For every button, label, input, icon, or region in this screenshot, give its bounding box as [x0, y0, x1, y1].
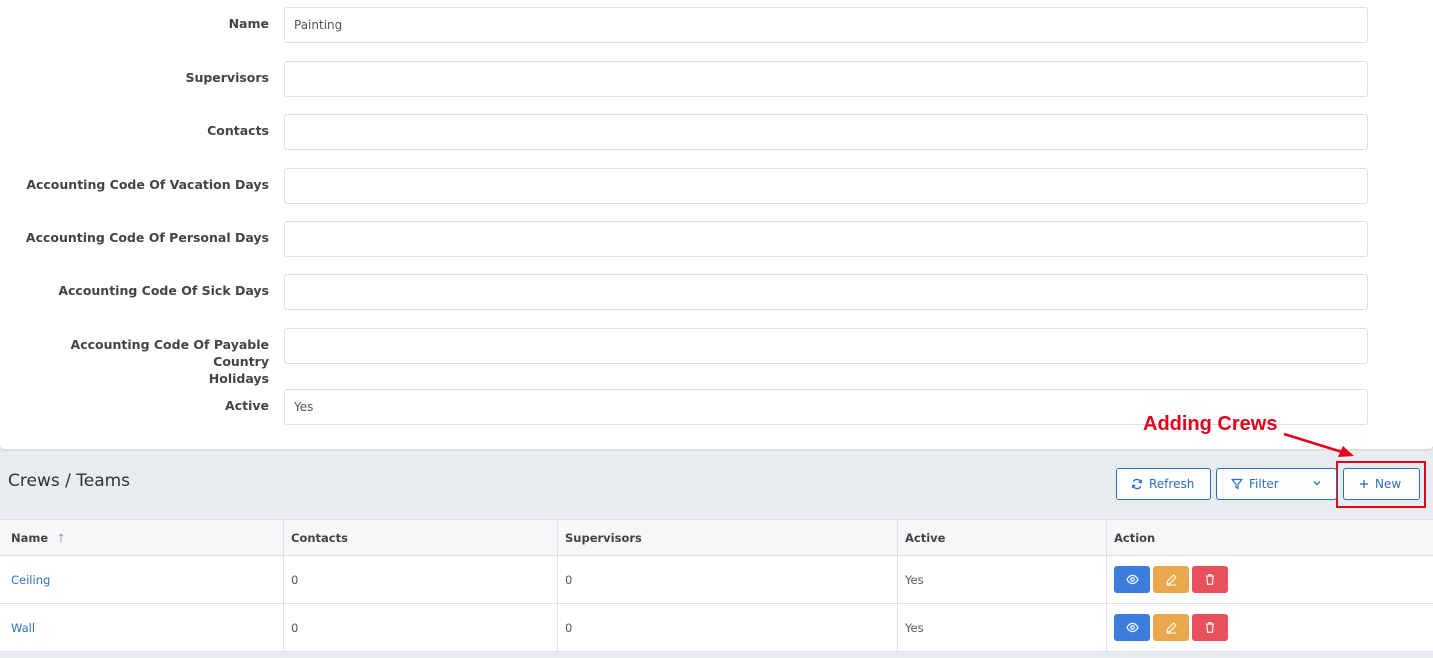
plus-icon	[1360, 480, 1368, 488]
action-cell	[1107, 604, 1433, 651]
refresh-label: Refresh	[1149, 477, 1195, 491]
table-header: Name ↑ Contacts Supervisors Active Actio…	[0, 519, 1433, 556]
sort-ascending-icon[interactable]: ↑	[56, 531, 66, 545]
new-label: New	[1375, 477, 1402, 491]
contacts-cell: 0	[284, 604, 558, 651]
holidays-code-label-line2: Holidays	[208, 371, 269, 386]
supervisors-field[interactable]	[284, 61, 1368, 97]
crew-name-link[interactable]: Wall	[11, 621, 35, 635]
contacts-field[interactable]	[284, 114, 1368, 150]
active-cell: Yes	[898, 604, 1107, 651]
refresh-icon	[1131, 478, 1143, 490]
name-label: Name	[228, 16, 269, 31]
delete-button[interactable]	[1192, 566, 1228, 593]
vacation-code-label: Accounting Code Of Vacation Days	[26, 177, 269, 192]
supervisors-cell: 0	[558, 556, 898, 603]
filter-icon	[1231, 478, 1243, 490]
active-label: Active	[225, 398, 269, 413]
crew-name-link[interactable]: Ceiling	[11, 573, 50, 587]
annotation-arrow-icon	[1283, 432, 1354, 457]
contacts-cell: 0	[284, 556, 558, 603]
column-header-name[interactable]: Name ↑	[0, 520, 284, 555]
new-crew-button[interactable]: New	[1343, 468, 1420, 500]
active-cell: Yes	[898, 556, 1107, 603]
adding-crews-annotation: Adding Crews	[1143, 413, 1278, 435]
name-field[interactable]: Painting	[284, 7, 1368, 43]
filter-button[interactable]: Filter	[1216, 468, 1337, 500]
refresh-button[interactable]: Refresh	[1116, 468, 1211, 500]
trash-icon	[1205, 622, 1215, 633]
column-header-active[interactable]: Active	[898, 520, 1107, 555]
crews-section-title: Crews / Teams	[8, 471, 131, 491]
crews-table: Name ↑ Contacts Supervisors Active Actio…	[0, 519, 1433, 652]
eye-icon	[1125, 622, 1139, 633]
crew-name-cell: Wall	[0, 604, 284, 651]
personal-code-field[interactable]	[284, 221, 1368, 257]
table-row: Ceiling 0 0 Yes	[0, 556, 1433, 604]
holidays-code-label: Accounting Code Of Payable Country Holid…	[19, 336, 269, 387]
column-header-action: Action	[1114, 530, 1156, 545]
edit-button[interactable]	[1153, 566, 1189, 593]
contacts-label: Contacts	[207, 123, 269, 138]
eye-icon	[1125, 574, 1139, 585]
crew-details-form: Name Painting Supervisors Contacts Accou…	[0, 0, 1433, 449]
column-header-contacts[interactable]: Contacts	[284, 520, 558, 555]
table-row: Wall 0 0 Yes	[0, 604, 1433, 652]
crew-name-cell: Ceiling	[0, 556, 284, 603]
trash-icon	[1205, 574, 1215, 585]
chevron-down-icon	[1313, 481, 1321, 486]
personal-code-label: Accounting Code Of Personal Days	[25, 230, 269, 245]
view-button[interactable]	[1114, 614, 1150, 641]
edit-button[interactable]	[1153, 614, 1189, 641]
holidays-code-field[interactable]	[284, 328, 1368, 364]
view-button[interactable]	[1114, 566, 1150, 593]
filter-label: Filter	[1249, 477, 1279, 491]
pencil-icon	[1165, 574, 1177, 586]
column-header-name-label: Name	[11, 530, 49, 545]
delete-button[interactable]	[1192, 614, 1228, 641]
supervisors-label: Supervisors	[185, 70, 269, 85]
sick-code-label: Accounting Code Of Sick Days	[58, 283, 269, 298]
page-bottom-edge	[0, 652, 1433, 658]
holidays-code-label-line1: Accounting Code Of Payable Country	[70, 337, 269, 369]
pencil-icon	[1165, 622, 1177, 634]
vacation-code-field[interactable]	[284, 168, 1368, 204]
supervisors-cell: 0	[558, 604, 898, 651]
sick-code-field[interactable]	[284, 274, 1368, 310]
action-cell	[1107, 556, 1433, 603]
column-header-supervisors[interactable]: Supervisors	[558, 520, 898, 555]
